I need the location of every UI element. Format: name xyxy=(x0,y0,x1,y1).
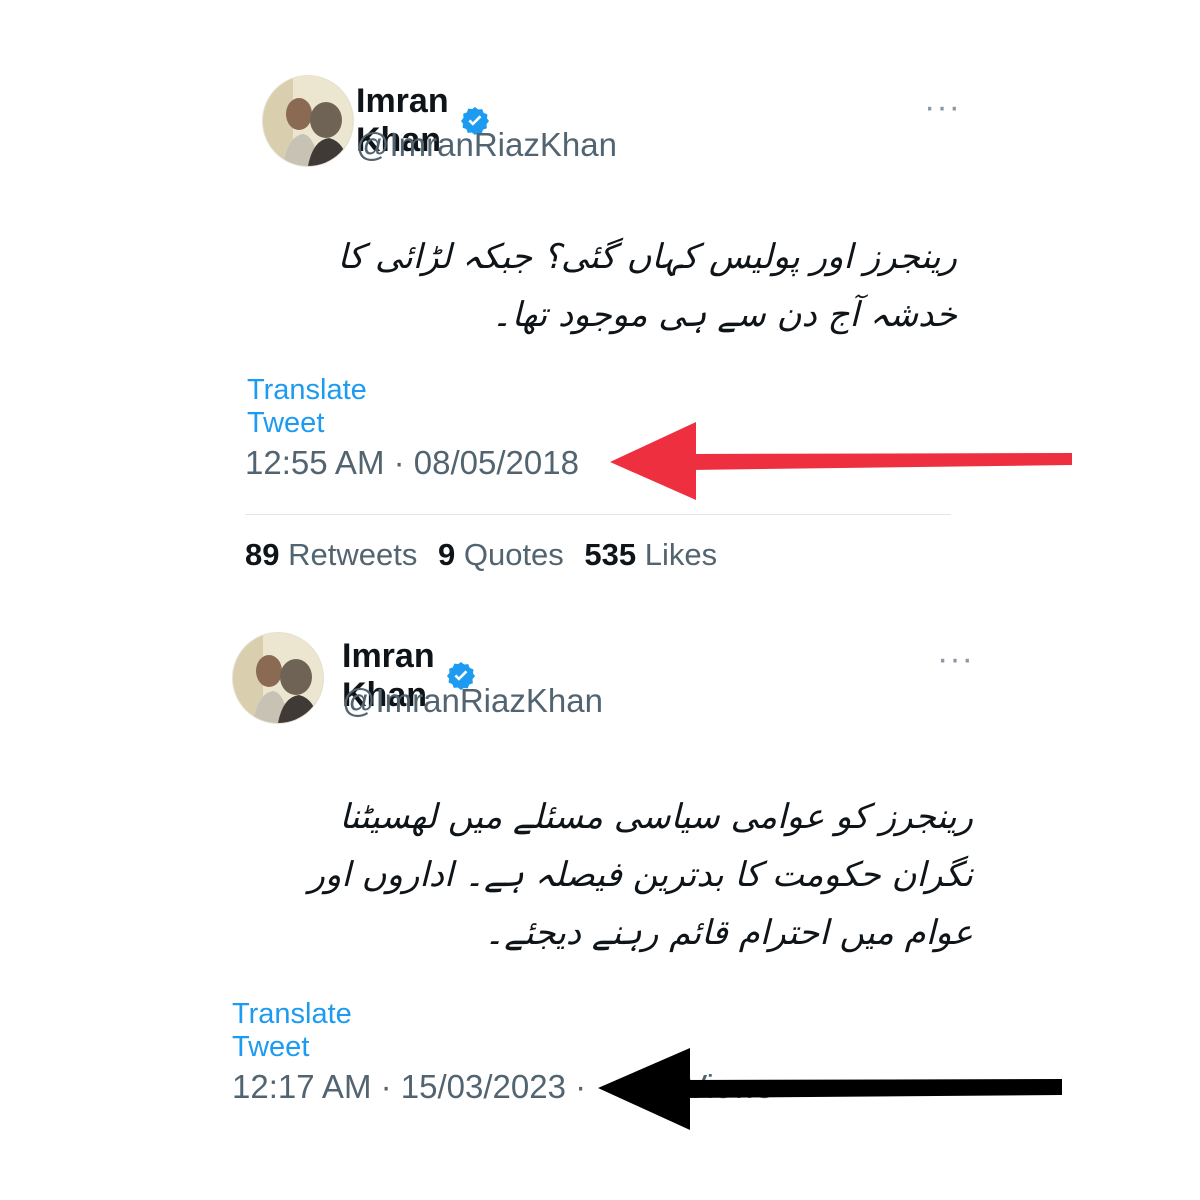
engagement-stats: 89 Retweets 9 Quotes 535 Likes xyxy=(245,537,729,573)
author-handle[interactable]: @ImranRiazKhan xyxy=(356,126,617,164)
arrow-left-icon xyxy=(610,422,1072,500)
more-icon[interactable]: ··· xyxy=(924,90,961,124)
avatar[interactable] xyxy=(232,632,324,724)
avatar-photo xyxy=(233,633,323,723)
likes-count: 535 xyxy=(584,537,637,572)
quotes-label: Quotes xyxy=(463,537,564,572)
tweet-timestamp[interactable]: 12:17 AM · 15/03/2023 · xyxy=(232,1068,595,1105)
likes-label: Likes xyxy=(644,537,718,572)
retweets-count: 89 xyxy=(245,537,280,572)
arrow-left-icon xyxy=(598,1048,1062,1130)
divider xyxy=(245,514,951,515)
avatar[interactable] xyxy=(262,75,354,167)
translate-tweet-link[interactable]: Translate Tweet xyxy=(247,374,367,440)
tweet-text: رینجرز کو عوامی سیاسی مسئلے میں لھسیٹنا … xyxy=(308,797,973,953)
likes-stat[interactable]: 535 Likes xyxy=(584,537,717,572)
author-handle[interactable]: @ImranRiazKhan xyxy=(342,682,603,720)
translate-tweet-link[interactable]: Translate Tweet xyxy=(232,998,352,1064)
tweet-timestamp[interactable]: 12:55 AM · 08/05/2018 xyxy=(245,444,579,482)
more-icon[interactable]: ··· xyxy=(937,642,974,676)
retweets-stat[interactable]: 89 Retweets xyxy=(245,537,417,572)
tweet-text: رینجرز اور پولیس کہاں گئی؟ جبکہ لڑائی کا… xyxy=(337,237,957,335)
quotes-count: 9 xyxy=(437,537,456,572)
retweets-label: Retweets xyxy=(288,537,418,572)
avatar-photo xyxy=(263,76,353,166)
quotes-stat[interactable]: 9 Quotes xyxy=(438,537,564,572)
